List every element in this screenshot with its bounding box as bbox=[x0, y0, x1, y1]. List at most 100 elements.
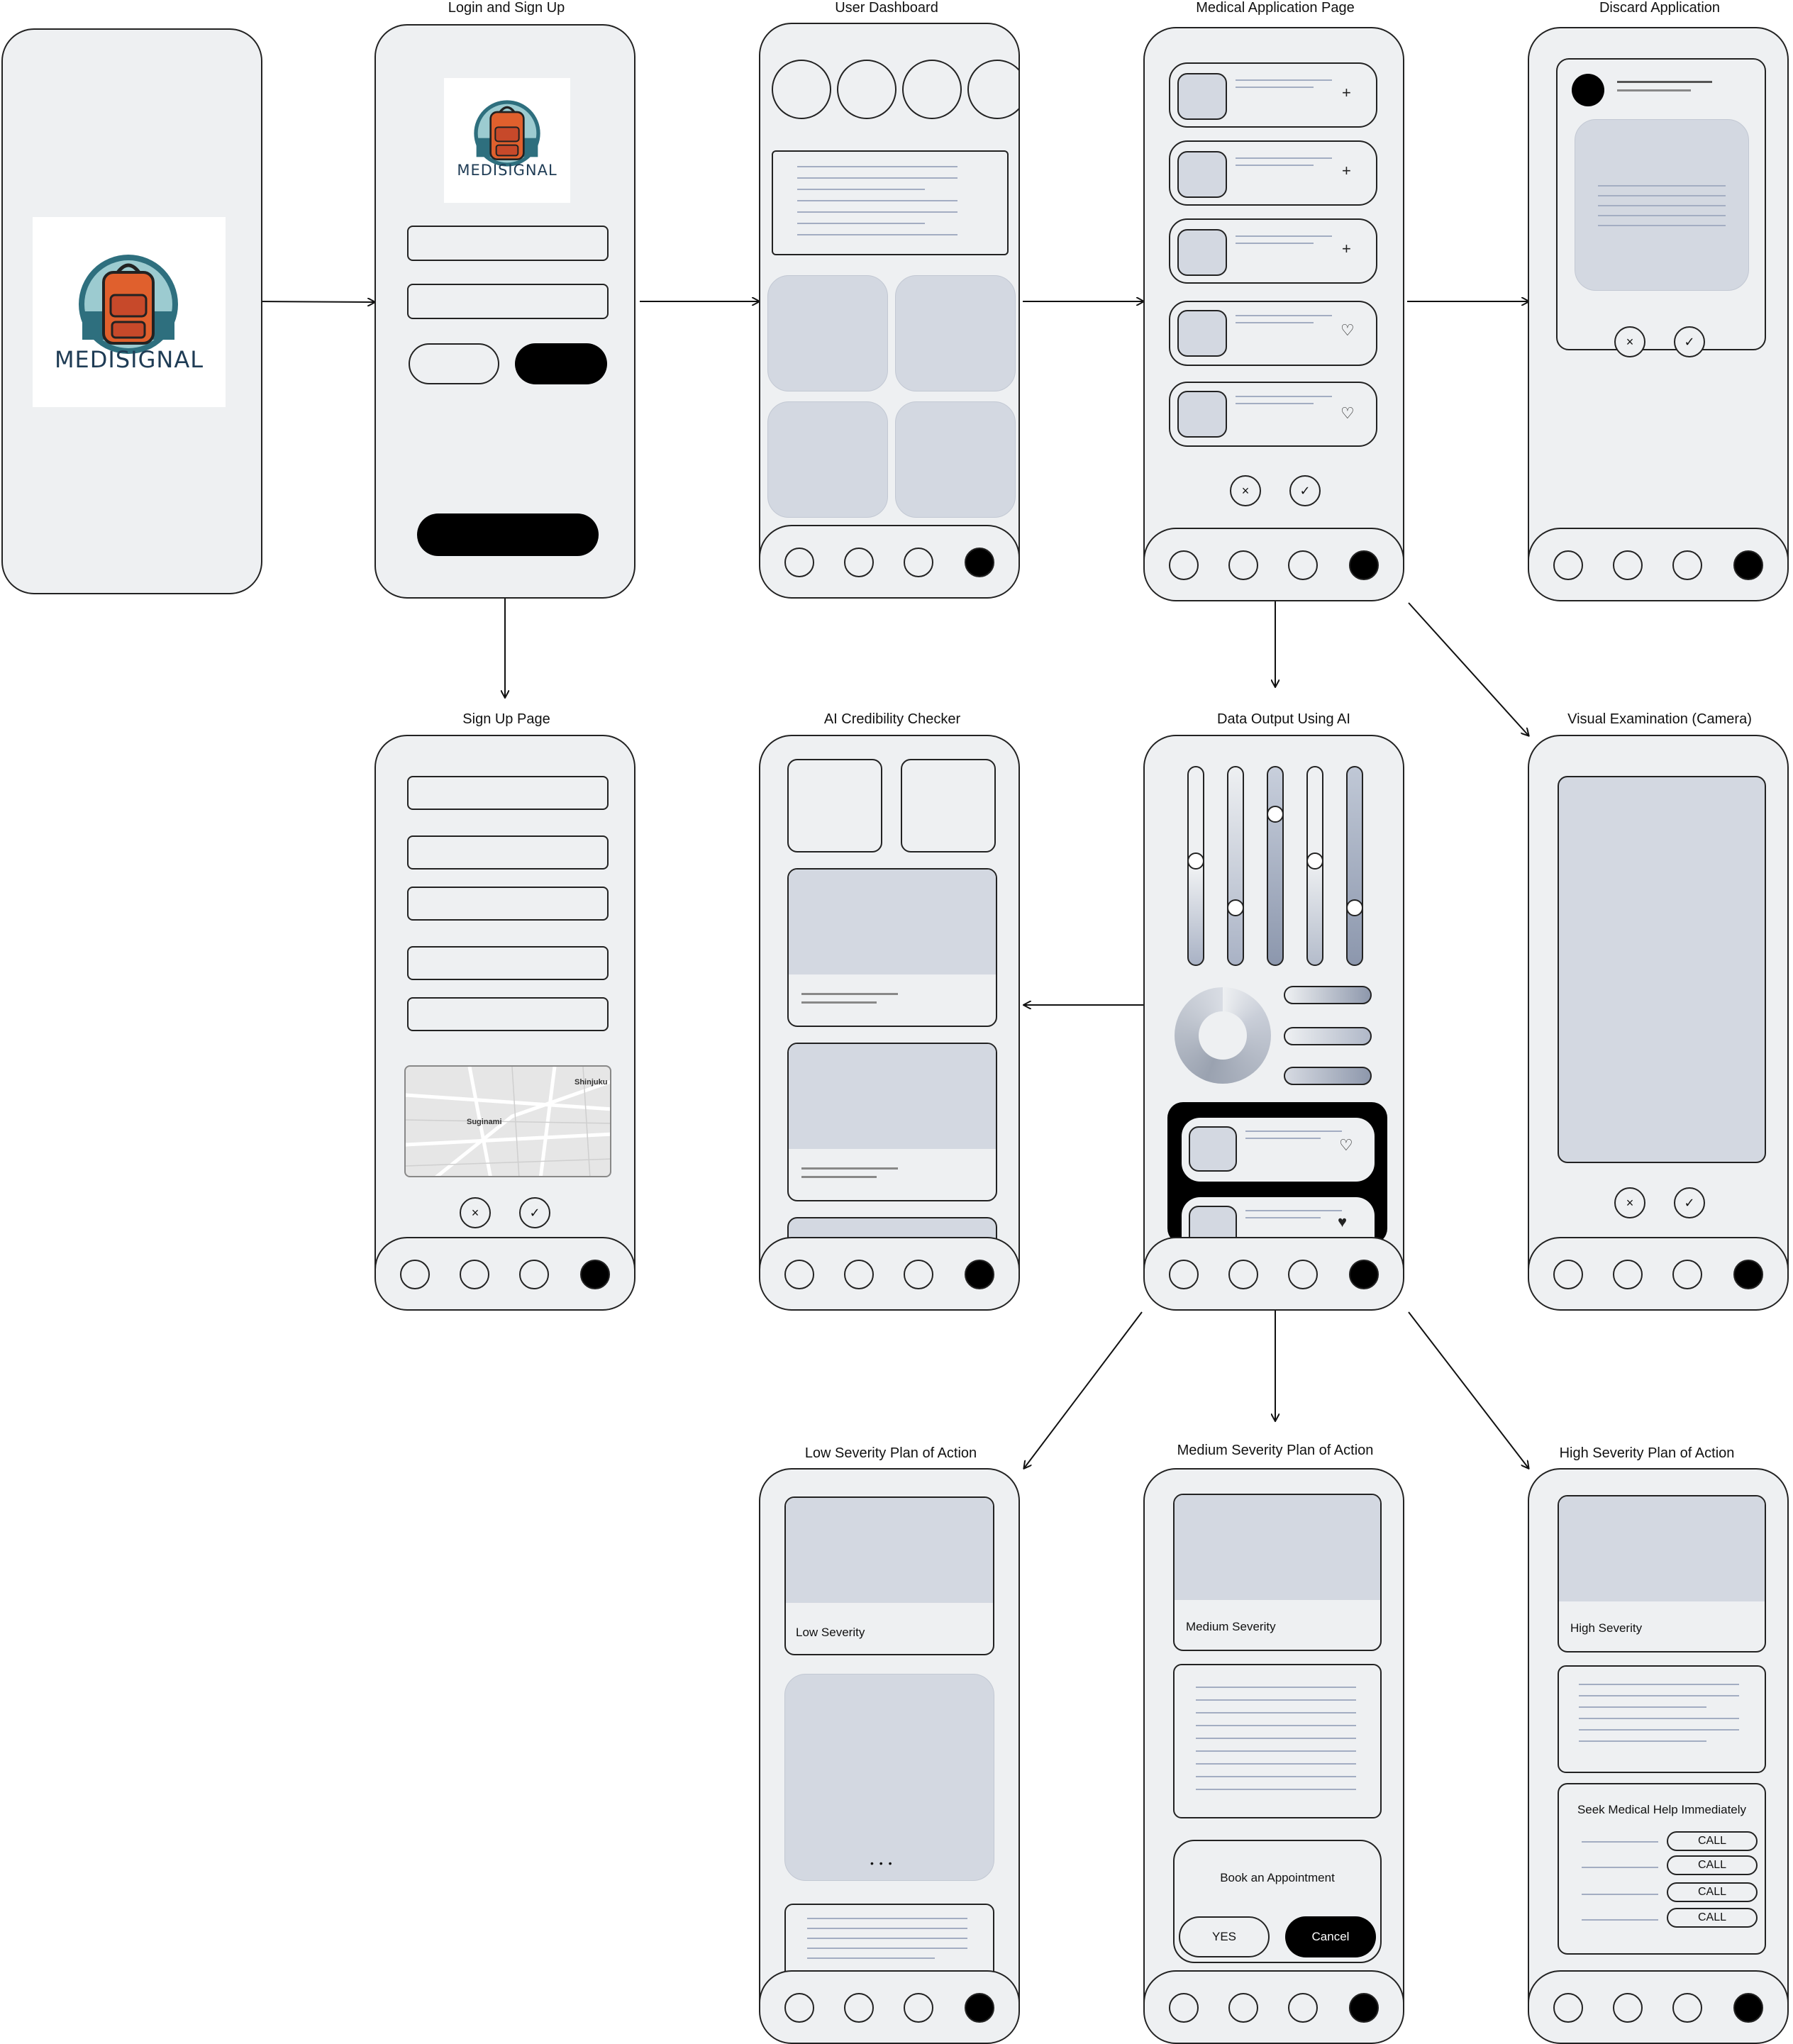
nav-item[interactable] bbox=[844, 1260, 874, 1289]
slider-track[interactable] bbox=[1267, 766, 1284, 966]
source-card[interactable] bbox=[901, 759, 996, 852]
heart-icon[interactable]: ♡ bbox=[1340, 321, 1355, 340]
article-card[interactable] bbox=[787, 1043, 997, 1201]
nav-item[interactable] bbox=[400, 1260, 430, 1289]
summary-card[interactable] bbox=[772, 150, 1009, 255]
result-item[interactable]: ♡ bbox=[1182, 1118, 1375, 1182]
nav-item-active[interactable] bbox=[1349, 1260, 1379, 1289]
signup-field[interactable] bbox=[407, 887, 609, 921]
nav-item[interactable] bbox=[1613, 1260, 1643, 1289]
signup-field[interactable] bbox=[407, 997, 609, 1031]
accept-button[interactable]: ✓ bbox=[1289, 475, 1321, 506]
nav-item-active[interactable] bbox=[1349, 1993, 1379, 2023]
capture-confirm-button[interactable]: ✓ bbox=[1674, 1187, 1705, 1218]
nav-item-active[interactable] bbox=[965, 1260, 994, 1289]
yes-button[interactable]: YES bbox=[1179, 1916, 1270, 1957]
article-card[interactable] bbox=[787, 868, 997, 1027]
dashboard-tile[interactable] bbox=[767, 275, 888, 391]
password-input[interactable] bbox=[407, 284, 609, 319]
nav-item[interactable] bbox=[1672, 550, 1702, 580]
nav-item-active[interactable] bbox=[965, 1993, 994, 2023]
story-avatar[interactable] bbox=[967, 60, 1018, 119]
nav-item[interactable] bbox=[904, 1993, 933, 2023]
nav-item-active[interactable] bbox=[965, 548, 994, 577]
confirm-button[interactable]: ✓ bbox=[519, 1197, 550, 1228]
reject-button[interactable]: × bbox=[1230, 475, 1261, 506]
nav-item[interactable] bbox=[1553, 1993, 1583, 2023]
nav-item-active[interactable] bbox=[1733, 550, 1763, 580]
retake-button[interactable]: × bbox=[1614, 1187, 1645, 1218]
list-item[interactable]: ♡ bbox=[1169, 382, 1377, 447]
nav-item[interactable] bbox=[1553, 550, 1583, 580]
list-item[interactable]: ♡ bbox=[1169, 301, 1377, 366]
nav-item-active[interactable] bbox=[1349, 550, 1379, 580]
plus-icon[interactable]: + bbox=[1342, 84, 1351, 102]
dashboard-tile[interactable] bbox=[767, 401, 888, 518]
list-item[interactable]: + bbox=[1169, 218, 1377, 284]
nav-item[interactable] bbox=[784, 548, 814, 577]
heart-icon[interactable]: ♡ bbox=[1339, 1136, 1353, 1155]
nav-item[interactable] bbox=[844, 1993, 874, 2023]
nav-item[interactable] bbox=[844, 548, 874, 577]
signup-button[interactable] bbox=[409, 343, 499, 384]
nav-item[interactable] bbox=[1553, 1260, 1583, 1289]
nav-item[interactable] bbox=[1288, 1993, 1318, 2023]
call-button[interactable]: CALL bbox=[1667, 1855, 1758, 1875]
nav-item[interactable] bbox=[784, 1993, 814, 2023]
nav-item[interactable] bbox=[1169, 1260, 1199, 1289]
plus-icon[interactable]: + bbox=[1342, 240, 1351, 258]
username-input[interactable] bbox=[407, 226, 609, 261]
continue-button[interactable] bbox=[417, 513, 599, 556]
nav-item[interactable] bbox=[1613, 1993, 1643, 2023]
location-map[interactable]: Shinjuku Suginami bbox=[404, 1065, 611, 1177]
slider-track[interactable] bbox=[1346, 766, 1363, 966]
camera-viewfinder[interactable] bbox=[1558, 776, 1766, 1163]
nav-item[interactable] bbox=[904, 548, 933, 577]
call-button[interactable]: CALL bbox=[1667, 1882, 1758, 1902]
heart-filled-icon[interactable]: ♥ bbox=[1338, 1213, 1347, 1231]
nav-item[interactable] bbox=[1228, 1993, 1258, 2023]
cancel-button[interactable]: × bbox=[460, 1197, 491, 1228]
heart-icon[interactable]: ♡ bbox=[1340, 404, 1355, 423]
confirm-discard-button[interactable]: ✓ bbox=[1674, 326, 1705, 357]
story-avatar[interactable] bbox=[772, 60, 831, 119]
plus-icon[interactable]: + bbox=[1342, 162, 1351, 180]
nav-item[interactable] bbox=[1288, 550, 1318, 580]
nav-item[interactable] bbox=[460, 1260, 489, 1289]
signup-field[interactable] bbox=[407, 835, 609, 870]
story-avatar[interactable] bbox=[837, 60, 896, 119]
nav-item-active[interactable] bbox=[1733, 1993, 1763, 2023]
call-button[interactable]: CALL bbox=[1667, 1831, 1758, 1851]
slider-thumb[interactable] bbox=[1267, 806, 1284, 823]
nav-item[interactable] bbox=[519, 1260, 549, 1289]
signup-field[interactable] bbox=[407, 946, 609, 980]
nav-item-active[interactable] bbox=[1733, 1260, 1763, 1289]
nav-item[interactable] bbox=[904, 1260, 933, 1289]
nav-item[interactable] bbox=[1613, 550, 1643, 580]
dashboard-tile[interactable] bbox=[895, 401, 1016, 518]
slider-track[interactable] bbox=[1227, 766, 1244, 966]
nav-item[interactable] bbox=[1169, 1993, 1199, 2023]
pagination-dots[interactable]: • • • bbox=[870, 1857, 893, 1869]
cancel-button[interactable]: Cancel bbox=[1285, 1916, 1376, 1957]
slider-thumb[interactable] bbox=[1227, 899, 1244, 916]
media-carousel[interactable]: • • • bbox=[784, 1674, 994, 1881]
signup-field[interactable] bbox=[407, 776, 609, 810]
call-button[interactable]: CALL bbox=[1667, 1908, 1758, 1928]
slider-thumb[interactable] bbox=[1306, 852, 1323, 870]
list-item[interactable]: + bbox=[1169, 62, 1377, 128]
list-item[interactable]: + bbox=[1169, 140, 1377, 206]
nav-item[interactable] bbox=[1288, 1260, 1318, 1289]
dashboard-tile[interactable] bbox=[895, 275, 1016, 391]
nav-item-active[interactable] bbox=[580, 1260, 610, 1289]
story-avatar[interactable] bbox=[902, 60, 962, 119]
source-card[interactable] bbox=[787, 759, 882, 852]
nav-item[interactable] bbox=[1169, 550, 1199, 580]
slider-thumb[interactable] bbox=[1187, 852, 1204, 870]
login-button[interactable] bbox=[515, 343, 607, 384]
nav-item[interactable] bbox=[1228, 1260, 1258, 1289]
nav-item[interactable] bbox=[1672, 1993, 1702, 2023]
nav-item[interactable] bbox=[784, 1260, 814, 1289]
nav-item[interactable] bbox=[1228, 550, 1258, 580]
slider-thumb[interactable] bbox=[1346, 899, 1363, 916]
